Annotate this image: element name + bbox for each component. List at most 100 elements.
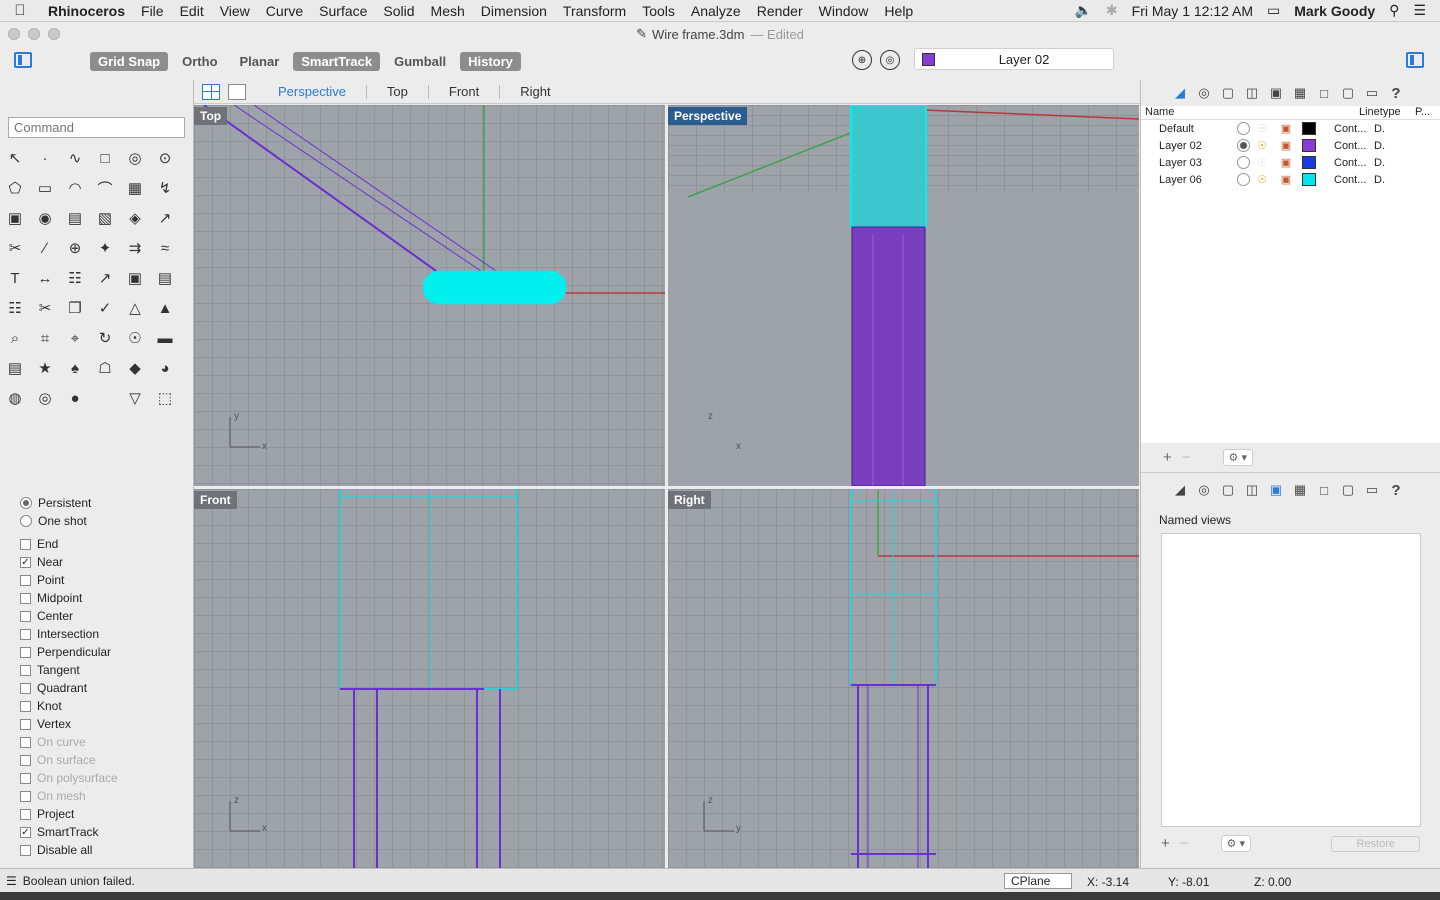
layer-print[interactable]: D. [1374,174,1385,186]
named-views-list[interactable] [1161,533,1421,827]
left-sidebar-toggle-icon[interactable] [14,52,32,68]
menu-analyze[interactable]: Analyze [683,3,749,19]
osnap-smarttrack[interactable]: ✓ SmartTrack [20,823,118,841]
bulb-icon[interactable]: ♠ [64,358,86,378]
menu-window[interactable]: Window [811,3,877,19]
render-icon[interactable]: ▲ [154,298,176,318]
block-icon[interactable]: ▣ [124,268,146,288]
menu-surface[interactable]: Surface [311,3,375,19]
smarttrack-button[interactable]: SmartTrack [293,51,381,71]
viewport-label-right[interactable]: Right [668,491,711,509]
menu-view[interactable]: View [212,3,258,19]
app-menu[interactable]: Rhinoceros [40,3,133,19]
surface-icon[interactable]: ▦ [124,178,146,198]
viewport-right[interactable]: Right z y [668,489,1139,868]
radio-button[interactable] [20,515,32,527]
ortho-button[interactable]: Ortho [174,52,225,71]
checkbox[interactable] [20,574,31,586]
radio-button[interactable] [20,497,32,509]
restore-button[interactable]: Restore [1331,835,1420,852]
visibility-bulb-icon[interactable]: ☉ [1250,122,1274,135]
layers-panel-icon[interactable]: ◢ [1171,85,1189,101]
target-icon[interactable]: ◎ [880,50,900,70]
osnap-knot[interactable]: Knot [20,697,118,715]
checkbox[interactable] [20,628,31,640]
zoom-extents-icon[interactable]: ⌖ [64,328,86,348]
viewport-perspective[interactable]: Perspective z x [668,105,1139,486]
current-layer-radio[interactable] [1237,139,1250,152]
polyline-icon[interactable]: ∿ [64,148,86,168]
extrude-icon[interactable]: ↗ [154,208,176,228]
explode-icon[interactable]: ✦ [94,238,116,258]
osnap-intersection[interactable]: Intersection [20,625,118,643]
ellipse-icon[interactable]: ⊙ [154,148,176,168]
help-icon[interactable]: ? [1387,85,1405,102]
display-panel-icon[interactable]: ▭ [1363,482,1381,498]
four-view-layout-icon[interactable] [202,83,220,100]
camera-panel-icon[interactable]: ▣ [1267,482,1285,498]
layer-color-swatch[interactable] [1302,122,1316,135]
menu-help[interactable]: Help [876,3,921,19]
dimension-icon[interactable]: ↔ [34,268,56,288]
join-icon[interactable]: ⊕ [64,238,86,258]
current-layer-radio[interactable] [1237,173,1250,186]
viewport-panel-icon[interactable]: ▢ [1339,482,1357,498]
viewport-front[interactable]: Front z x [194,489,665,868]
viewport-panel-icon[interactable]: ▢ [1339,85,1357,101]
select-arrow-icon[interactable]: ↖ [4,148,26,168]
pan-icon[interactable]: ☉ [124,328,146,348]
single-view-layout-icon[interactable] [228,83,246,100]
apple-icon[interactable]:  [0,2,40,19]
osnap-icon[interactable]: ⊕ [852,50,872,70]
checkbox[interactable] [20,808,31,820]
osnap-mode-one-shot[interactable]: One shot [20,512,118,530]
column-linetype[interactable]: Linetype [1355,106,1411,119]
circle-icon[interactable]: ◎ [124,148,146,168]
cylinder-icon[interactable]: ▤ [64,208,86,228]
grid-snap-button[interactable]: Grid Snap [90,51,169,71]
visibility-bulb-icon[interactable]: ☉ [1250,139,1274,152]
osnap-disable-all[interactable]: Disable all [20,841,118,859]
notification-list-icon[interactable]: ☰ [1413,2,1426,19]
planar-button[interactable]: Planar [232,52,288,71]
tab-right[interactable]: Right [500,84,570,99]
history-list-icon[interactable]: ☰ [0,874,17,888]
lock-icon[interactable]: ▣ [1274,122,1298,135]
grid-icon[interactable]: ☷ [4,298,26,318]
globe-icon[interactable]: ◍ [4,388,26,408]
lock-icon[interactable]: ▣ [1274,156,1298,169]
mesh-icon[interactable]: ▧ [94,208,116,228]
rotate-view-icon[interactable]: ↻ [94,328,116,348]
column-print[interactable]: P... [1411,106,1430,119]
column-name[interactable]: Name [1141,106,1355,119]
menu-mesh[interactable]: Mesh [423,3,473,19]
battery-icon[interactable]: ▭ [1267,2,1280,19]
osnap-end[interactable]: End [20,535,118,553]
layer-print[interactable]: D. [1374,157,1385,169]
history-button[interactable]: History [460,51,521,71]
osnap-tangent[interactable]: Tangent [20,661,118,679]
command-input[interactable] [8,117,185,138]
box-icon[interactable]: ▣ [4,208,26,228]
tab-perspective[interactable]: Perspective [258,84,367,99]
checkbox[interactable] [20,646,31,658]
menu-tools[interactable]: Tools [634,3,683,19]
car-icon[interactable]: ▬ [154,328,176,348]
fillet-icon[interactable]: ⌒ [94,178,116,198]
layer-row[interactable]: Default ☉ ▣ Cont... D. [1141,120,1440,137]
osnap-mode-persistent[interactable]: Persistent [20,494,118,512]
shaded-sphere-icon[interactable]: ● [64,388,86,408]
viewport-top[interactable]: Top y x [194,105,665,486]
layer-print[interactable]: D. [1374,123,1385,135]
osnap-vertex[interactable]: Vertex [20,715,118,733]
light-icon[interactable]: ★ [34,358,56,378]
right-sidebar-toggle-icon[interactable] [1406,52,1424,68]
viewport-label-perspective[interactable]: Perspective [668,107,748,125]
osnap-project[interactable]: Project [20,805,118,823]
move-icon[interactable]: ✂ [34,298,56,318]
properties-panel-icon[interactable]: ◎ [1195,482,1213,498]
add-view-button[interactable]: + [1161,835,1170,852]
checkbox[interactable] [20,718,31,730]
hatch-icon[interactable]: ▤ [154,268,176,288]
wire-sphere-icon[interactable]: ◎ [34,388,56,408]
